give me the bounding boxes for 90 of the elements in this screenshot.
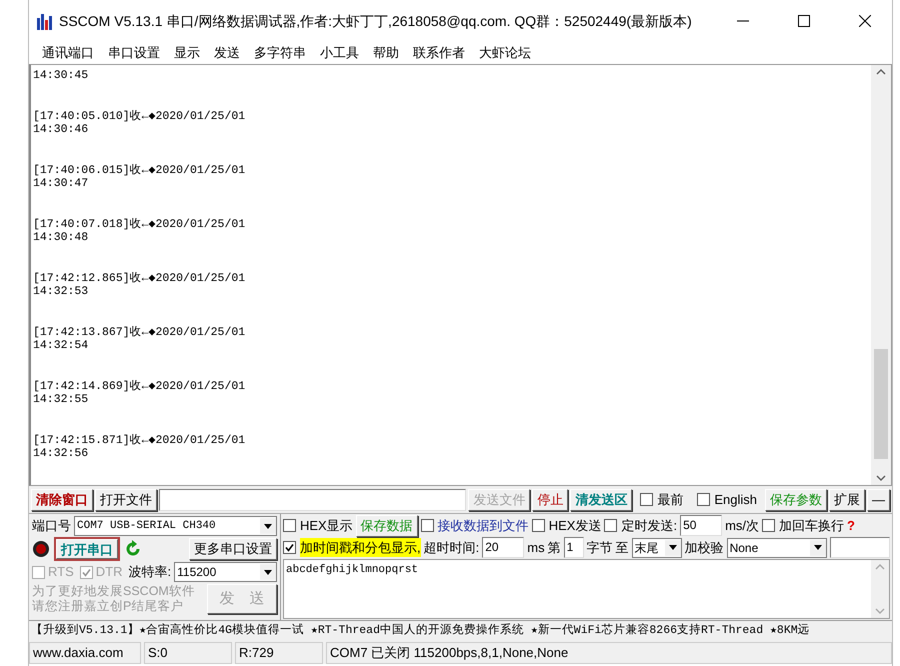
promo-text: 为了更好地发展SSCOM软件 xyxy=(32,584,195,599)
log-line: 14:32:54 xyxy=(33,339,90,352)
more-settings-button[interactable]: 更多串口设置 xyxy=(189,538,277,560)
dropdown[interactable]: None xyxy=(726,538,827,558)
label: 加校验 xyxy=(684,538,724,557)
dropdown-value: 115200 xyxy=(177,564,216,581)
log-line: 14:32:53 xyxy=(33,285,90,298)
dropdown-arrow-icon[interactable] xyxy=(264,570,272,574)
status-text: www.daxia.com xyxy=(29,642,141,664)
label: ms/次 xyxy=(725,516,760,535)
dropdown-value: 末尾 xyxy=(634,540,659,556)
open-port-button[interactable]: 打开串口 xyxy=(56,539,118,559)
log-line: [17:42:15.871]收←◆2020/01/25/01 xyxy=(33,434,246,447)
checkbox[interactable] xyxy=(283,541,296,554)
input-field[interactable]: 1 xyxy=(564,537,584,558)
label: 字节 xyxy=(586,538,613,557)
status-text: S:0 xyxy=(144,642,232,664)
menu-item[interactable]: 通讯端口 xyxy=(35,43,101,63)
checkbox-label[interactable]: HEX发送 xyxy=(548,516,602,536)
menu-item[interactable]: 发送 xyxy=(207,43,247,63)
dropdown[interactable]: 末尾 xyxy=(632,538,682,558)
label: 波特率: xyxy=(128,563,172,582)
log-line: [17:40:06.015]收←◆2020/01/25/01 xyxy=(33,164,246,177)
log-line: [17:42:13.867]收←◆2020/01/25/01 xyxy=(33,326,246,339)
checkbox-label[interactable]: 接收数据到文件 xyxy=(438,516,529,536)
checkbox[interactable] xyxy=(283,519,296,532)
input-field[interactable]: 50 xyxy=(680,515,722,536)
menu-item[interactable]: 小工具 xyxy=(313,43,366,63)
checkbox[interactable] xyxy=(420,519,434,532)
scrollbar-thumb[interactable] xyxy=(874,349,888,459)
label: 端口号 xyxy=(32,517,71,536)
close-icon[interactable] xyxy=(858,15,870,27)
dropdown-arrow-icon[interactable] xyxy=(668,545,677,550)
dropdown-value: None xyxy=(730,540,758,556)
news-ticker: 【升级到V5.13.1】★合宙高性价比4G模块值得一试 ★RT-Thread中国人的开源免费操作系统 ★新一代WiFi芯片兼容8266支持RT-Thread ★8KM远 xyxy=(29,620,892,642)
button[interactable]: 打开文件 xyxy=(95,488,157,510)
checkbox[interactable] xyxy=(640,493,654,506)
input-field[interactable]: 20 xyxy=(482,537,524,558)
button[interactable]: 清除窗口 xyxy=(31,488,93,510)
checkbox-label[interactable]: 加回车换行 xyxy=(779,516,844,536)
label: 第 xyxy=(548,538,561,557)
log-line: 14:30:48 xyxy=(33,231,90,244)
menu-item[interactable]: 联系作者 xyxy=(406,43,472,63)
button[interactable]: 清发送区 xyxy=(570,488,632,510)
button[interactable]: 保存参数 xyxy=(765,488,827,510)
label: ms xyxy=(527,538,545,557)
refresh-icon[interactable] xyxy=(124,540,142,558)
checkbox-label[interactable]: 加时间戳和分包显示, xyxy=(300,538,421,558)
log-line: [17:42:12.865]收←◆2020/01/25/01 xyxy=(33,272,246,285)
checkbox[interactable] xyxy=(604,519,618,532)
button[interactable]: 停止 xyxy=(532,488,568,510)
log-line: [17:40:07.018]收←◆2020/01/25/01 xyxy=(33,218,246,231)
status-text: COM7 已关闭 115200bps,8,1,None,None xyxy=(326,642,892,664)
help-mark[interactable]: ? xyxy=(847,516,855,536)
log-line: 14:30:46 xyxy=(33,123,90,136)
dropdown[interactable]: 115200 xyxy=(174,562,277,582)
button[interactable]: 扩展 xyxy=(829,488,865,510)
checkbox-label[interactable]: English xyxy=(714,490,757,510)
log-line: [17:42:14.869]收←◆2020/01/25/01 xyxy=(33,380,246,393)
menu-item[interactable]: 串口设置 xyxy=(101,43,167,63)
checkbox-label[interactable]: 定时发送: xyxy=(621,516,678,536)
menu-item[interactable]: 多字符串 xyxy=(247,43,313,63)
dropdown-arrow-icon[interactable] xyxy=(814,545,822,550)
dropdown-value: COM7 USB-SERIAL CH340 xyxy=(77,518,216,534)
input-field[interactable] xyxy=(159,488,466,510)
menu-item[interactable]: 大虾论坛 xyxy=(472,43,538,63)
log-line: [17:40:05.010]收←◆2020/01/25/01 xyxy=(33,110,246,123)
menu-item[interactable]: 显示 xyxy=(167,43,207,63)
checkbox-label[interactable]: 最前 xyxy=(657,490,684,510)
dropdown-arrow-icon[interactable] xyxy=(264,524,272,528)
promo-text: 请您注册嘉立创P结尾客户 xyxy=(32,599,184,614)
checkbox-label[interactable]: HEX显示 xyxy=(300,516,353,536)
log-line: 14:32:55 xyxy=(33,393,90,406)
status-text: R:729 xyxy=(235,642,323,664)
checkbox[interactable] xyxy=(532,519,545,532)
checkbox[interactable] xyxy=(762,519,776,532)
dropdown[interactable]: COM7 USB-SERIAL CH340 xyxy=(74,516,277,536)
app-logo-icon xyxy=(37,12,53,30)
log-line: 14:32:56 xyxy=(33,447,90,460)
input-field[interactable] xyxy=(830,537,890,558)
window-title: SSCOM V5.13.1 串口/网络数据调试器,作者:大虾丁丁,2618058@qq.com. QQ群：52502449(最新版本) xyxy=(59,12,693,31)
label: 至 xyxy=(616,538,629,557)
log-line: 14:30:47 xyxy=(33,177,90,190)
log-line: 14:30:45 xyxy=(33,69,90,82)
checkbox[interactable] xyxy=(697,493,710,506)
button[interactable]: — xyxy=(867,488,890,510)
button[interactable]: 保存数据 xyxy=(356,514,418,536)
maximize-icon[interactable] xyxy=(798,15,810,27)
label: 超时时间: xyxy=(424,538,480,557)
menu-item[interactable]: 帮助 xyxy=(366,43,406,63)
